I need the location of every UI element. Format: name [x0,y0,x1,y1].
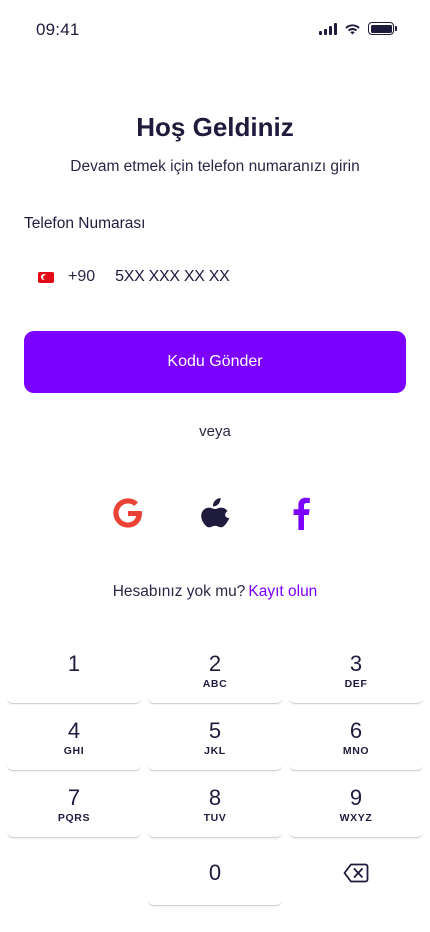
key-letters: PQRS [57,811,91,824]
keypad-key-1[interactable]: 1 [7,638,141,704]
cellular-signal-icon [319,22,337,35]
phone-field[interactable]: +90 [24,258,406,296]
apple-login-button[interactable] [192,490,238,536]
keypad-key-5[interactable]: 5 JKL [148,705,282,771]
apple-icon [201,498,230,528]
keypad-key-4[interactable]: 4 GHI [7,705,141,771]
key-letters: WXYZ [339,811,373,824]
key-letters: JKL [204,744,226,757]
social-login-row [0,490,430,536]
google-icon [113,498,142,528]
key-letters: ABC [202,677,228,690]
facebook-login-button[interactable] [278,490,324,536]
key-digit: 8 [208,784,222,810]
signup-prompt: Hesabınız yok mu? Kayıt olun [0,583,430,601]
keypad-key-8[interactable]: 8 TUV [148,772,282,838]
status-bar: 09:41 [0,0,430,60]
keypad-key-2[interactable]: 2 ABC [148,638,282,704]
key-digit: 6 [349,717,363,743]
key-digit: 1 [67,650,81,676]
phone-number-input[interactable] [115,268,366,286]
keypad-key-0[interactable]: 0 [148,840,282,906]
key-letters: MNO [342,744,370,757]
keypad-key-7[interactable]: 7 PQRS [7,772,141,838]
keypad-backspace-button[interactable] [289,840,423,906]
or-divider: veya [199,423,231,440]
country-code[interactable]: +90 [68,268,95,286]
status-time: 09:41 [36,20,80,39]
send-code-button[interactable]: Kodu Gönder [24,331,406,393]
facebook-icon [293,497,310,530]
page-title: Hoş Geldiniz [136,112,294,142]
wifi-icon [345,23,360,34]
key-letters: GHI [63,744,85,757]
status-icons [319,22,397,35]
google-login-button[interactable] [105,490,151,536]
key-digit: 9 [349,784,363,810]
keypad-key-6[interactable]: 6 MNO [289,705,423,771]
key-digit: 5 [208,717,222,743]
key-letters: DEF [344,677,368,690]
battery-icon [368,22,397,35]
signup-prompt-text: Hesabınız yok mu? [112,583,246,600]
keypad-key-9[interactable]: 9 WXYZ [289,772,423,838]
key-letters: TUV [203,811,227,824]
key-digit: 0 [208,859,222,885]
key-digit: 3 [349,650,363,676]
backspace-icon [343,863,369,883]
key-digit: 2 [208,650,222,676]
phone-field-label: Telefon Numarası [24,215,146,232]
key-digit: 4 [67,717,81,743]
key-digit: 7 [67,784,81,810]
numeric-keypad: 1 2 ABC 3 DEF 4 GHI 5 JKL 6 MNO 7 PQRS 8… [0,636,430,932]
keypad-key-3[interactable]: 3 DEF [289,638,423,704]
signup-link[interactable]: Kayıt olun [248,583,317,600]
page-subtitle: Devam etmek için telefon numaranızı giri… [70,158,360,175]
turkey-flag-icon[interactable] [38,271,54,283]
